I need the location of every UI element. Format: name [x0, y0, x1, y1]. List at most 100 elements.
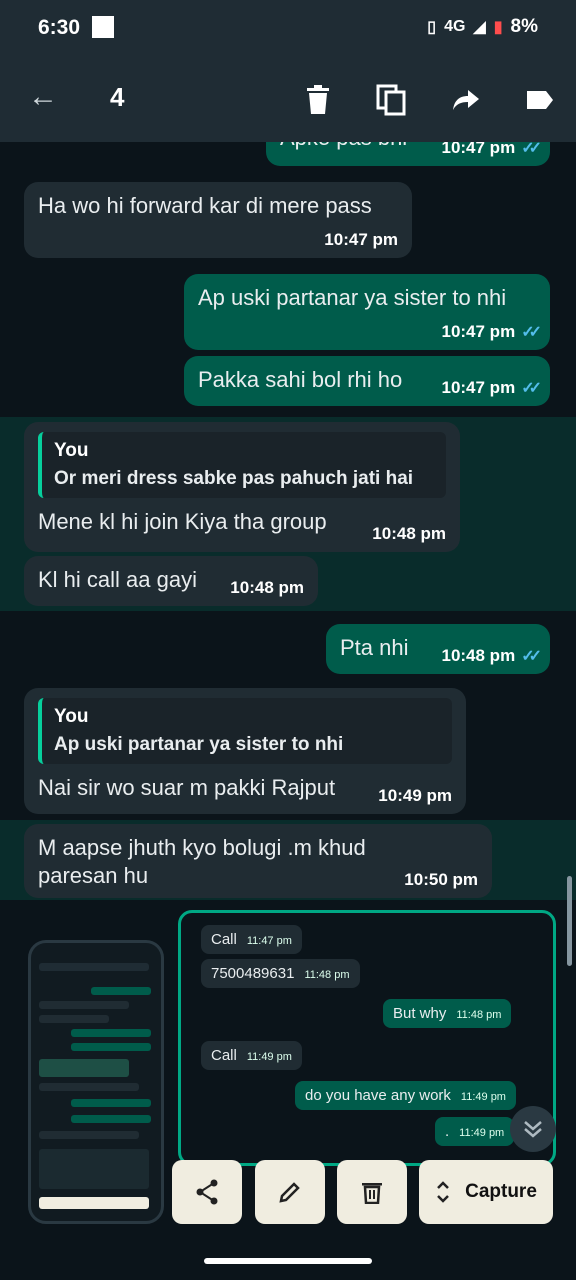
thumb-bar: [39, 1197, 149, 1209]
message-text: Ap uski partanar ya sister to nhi: [198, 285, 507, 310]
label-tag-icon[interactable]: [520, 80, 560, 120]
message-meta: 10:47 pm ✓✓: [441, 322, 541, 342]
preview-text: But why: [393, 1005, 447, 1022]
copy-icon[interactable]: [372, 80, 412, 120]
quote-text: Or meri dress sabke pas pahuch jati hai: [54, 468, 414, 489]
vibrate-icon: ▯: [427, 19, 437, 36]
preview-text: Call: [211, 931, 237, 948]
quote-author: You: [54, 706, 89, 727]
share-button[interactable]: [172, 1160, 242, 1224]
message-time: 10:48 pm: [441, 646, 516, 665]
message-meta: 10:47 pm: [324, 230, 398, 250]
capture-button[interactable]: Capture: [419, 1160, 553, 1224]
gesture-nav-pill[interactable]: [204, 1258, 372, 1264]
thumb-bar: [39, 1083, 139, 1091]
preview-message: 7500489631 11:48 pm: [201, 959, 360, 988]
message-incoming[interactable]: Kl hi call aa gayi 10:48 pm: [24, 556, 318, 606]
read-ticks-icon: ✓✓: [521, 142, 542, 157]
message-outgoing[interactable]: Pta nhi 10:48 pm ✓✓: [326, 624, 550, 674]
message-time: 10:47 pm: [324, 230, 398, 249]
quote-author: You: [54, 440, 89, 461]
message-outgoing[interactable]: Ap uski partanar ya sister to nhi 10:47 …: [184, 274, 550, 350]
status-bar: 6:30 ▯ 4G ◢ ▮ 8%: [0, 0, 576, 58]
thumb-bar: [71, 1099, 151, 1107]
quoted-message[interactable]: You Ap uski partanar ya sister to nhi: [38, 698, 452, 764]
message-time: 10:48 pm: [230, 578, 304, 597]
forward-arrow-icon[interactable]: [446, 80, 486, 120]
share-icon: [196, 1179, 218, 1205]
battery-icon: ▮: [493, 19, 503, 36]
battery-percent: 8%: [510, 16, 538, 37]
preview-time: 11:48 pm: [304, 969, 350, 981]
message-incoming[interactable]: M aapse jhuth kyo bolugi .m khud paresan…: [24, 824, 492, 898]
preview-time: 11:49 pm: [246, 1051, 292, 1063]
read-ticks-icon: ✓✓: [521, 380, 542, 397]
preview-time: 11:49 pm: [459, 1127, 505, 1139]
preview-message: Call 11:49 pm: [201, 1041, 302, 1070]
preview-time: 11:49 pm: [460, 1091, 506, 1103]
read-ticks-icon: ✓✓: [521, 648, 542, 665]
message-text: Apke pas bhi: [280, 142, 407, 150]
message-meta: 10:47 pm ✓✓: [441, 378, 542, 398]
selected-count: 4: [110, 82, 125, 112]
capture-preview-frame[interactable]: Call 11:47 pm 7500489631 11:48 pm But why 1…: [178, 910, 556, 1166]
message-incoming-reply[interactable]: You Or meri dress sabke pas pahuch jati …: [24, 422, 460, 552]
message-time: 10:47 pm: [441, 322, 516, 341]
capture-label: Capture: [465, 1181, 537, 1202]
message-text-line1: M aapse jhuth kyo bolugi .m khud: [38, 835, 366, 860]
message-time: 10:48 pm: [372, 524, 446, 543]
message-time: 10:49 pm: [378, 786, 452, 805]
thumb-bar: [39, 1015, 109, 1023]
scroll-to-bottom-button[interactable]: [510, 1106, 556, 1152]
quoted-message[interactable]: You Or meri dress sabke pas pahuch jati …: [38, 432, 446, 498]
back-arrow-icon[interactable]: ←: [28, 80, 58, 114]
thumb-bar: [39, 1059, 129, 1077]
trash-icon: [362, 1183, 382, 1204]
thumb-bar: [71, 1115, 151, 1123]
message-meta: 10:49 pm: [378, 786, 452, 806]
thumb-bar: [71, 1029, 151, 1037]
thumb-bar: [39, 963, 149, 971]
message-meta: 10:50 pm: [404, 870, 478, 890]
message-meta: 10:48 pm ✓✓: [441, 646, 542, 666]
message-incoming[interactable]: Ha wo hi forward kar di mere pass 10:47 …: [24, 182, 412, 258]
screenshot-thumbnail[interactable]: [28, 940, 164, 1224]
notification-icon: [92, 16, 114, 38]
message-time: 10:47 pm: [441, 378, 516, 397]
message-outgoing[interactable]: Pakka sahi bol rhi ho 10:47 pm ✓✓: [184, 356, 550, 406]
trash-icon[interactable]: [298, 80, 338, 120]
edit-button[interactable]: [255, 1160, 325, 1224]
status-icons: ▯ 4G ◢ ▮ 8%: [427, 16, 538, 38]
thumb-bar: [39, 1001, 129, 1009]
clock: 6:30: [38, 16, 81, 39]
message-text: Ha wo hi forward kar di mere pass: [38, 193, 372, 218]
message-outgoing[interactable]: Apke pas bhi 10:47 pm ✓✓: [266, 142, 550, 166]
message-time: 10:47 pm: [441, 142, 516, 157]
network-type: 4G: [444, 18, 466, 35]
thumb-bar: [71, 1043, 151, 1051]
message-meta: 10:48 pm: [372, 524, 446, 544]
signal-icon: ◢: [473, 19, 486, 36]
preview-text: .: [445, 1123, 450, 1140]
message-meta: 10:48 pm: [230, 578, 304, 598]
quote-text: Ap uski partanar ya sister to nhi: [54, 734, 344, 755]
thumb-bar: [39, 1131, 139, 1139]
preview-message: But why 11:48 pm: [383, 999, 512, 1028]
preview-message: Call 11:47 pm: [201, 925, 302, 954]
delete-button[interactable]: [337, 1160, 407, 1224]
preview-text: Call: [211, 1047, 237, 1064]
thumb-bar: [39, 1149, 149, 1189]
preview-message: . 11:49 pm: [435, 1117, 515, 1146]
message-incoming-reply[interactable]: You Ap uski partanar ya sister to nhi Na…: [24, 688, 466, 814]
scrollbar[interactable]: [567, 876, 572, 966]
preview-message: do you have any work 11:49 pm: [295, 1081, 516, 1110]
expand-vertical-icon: [437, 1181, 449, 1203]
pencil-icon: [279, 1182, 300, 1203]
preview-text: 7500489631: [211, 965, 295, 982]
thumb-bar: [91, 987, 151, 995]
chevron-double-down-icon: [524, 1121, 542, 1138]
selection-toolbar: ← 4: [0, 58, 576, 142]
preview-text: do you have any work: [305, 1087, 451, 1104]
preview-time: 11:48 pm: [456, 1009, 502, 1021]
message-time: 10:50 pm: [404, 870, 478, 889]
